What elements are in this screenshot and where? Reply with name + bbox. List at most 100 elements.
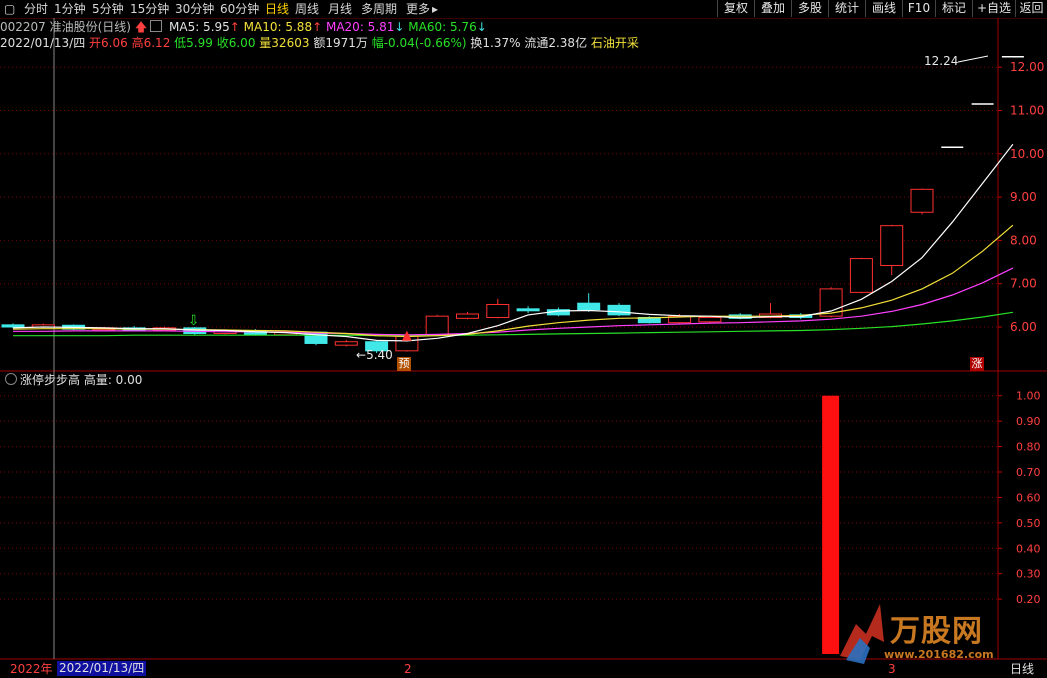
candle-body-down (577, 302, 601, 311)
toolbar-button-3[interactable]: 统计 (828, 0, 865, 17)
indicator-settings-icon[interactable] (5, 373, 17, 385)
candle-body-down (304, 331, 328, 344)
pre-marker-badge: 预 (397, 357, 411, 371)
price-tick-label: 12.00 (1010, 60, 1044, 74)
buy-signal-arrow-icon: ⇩ (188, 313, 200, 329)
open-price: 开6.06 (89, 36, 128, 50)
ma60-value: MA60: 5.76 (408, 20, 477, 34)
price-tick-label: 9.00 (1010, 190, 1037, 204)
tab-0[interactable]: 分时 (24, 1, 48, 17)
ma5-arrow-icon: ↑ (229, 20, 240, 34)
ma10-value: MA10: 5.88 (243, 20, 313, 34)
indicator-tick-label: 0.50 (1016, 517, 1041, 530)
toolbar-button-5[interactable]: F10 (902, 0, 935, 17)
toolbar-button-2[interactable]: 多股 (791, 0, 828, 17)
candle-body-up (92, 327, 116, 331)
ma5-value: MA5: 5.95 (169, 20, 230, 34)
high-price-label: 12.24 (924, 54, 959, 68)
toolbar-button-7[interactable]: +自选 (972, 0, 1015, 17)
candle-body-up (395, 335, 419, 352)
tab-7[interactable]: 周线 (295, 1, 319, 17)
change-value: 幅-0.04(-0.66%) (371, 36, 467, 50)
candle-body-up (456, 313, 479, 319)
candle-body-up (698, 316, 722, 323)
candle-body-up (425, 315, 449, 336)
tab-8[interactable]: 月线 (328, 1, 352, 17)
candle-body-up (486, 303, 510, 318)
ma20-value: MA20: 5.81 (325, 20, 395, 34)
price-tick-label: 10.00 (1010, 147, 1044, 161)
tab-4[interactable]: 30分钟 (175, 1, 214, 17)
candle-body-up (880, 225, 904, 267)
indicator-tick-label: 0.80 (1016, 441, 1041, 454)
amount-value: 额1971万 (313, 36, 368, 50)
stock-info-line1: 002207 准油股份(日线) 🡅 MA5: 5.95↑ MA10: 5.88↑… (0, 19, 487, 36)
indicator-tick-label: 0.70 (1016, 466, 1041, 479)
month-mark: 2 (404, 662, 412, 676)
candle-body-down (1, 324, 25, 328)
float-value: 流通2.38亿 (524, 36, 588, 50)
candle-body-up (153, 327, 176, 331)
candle-body-down (637, 316, 661, 324)
price-tick-label: 8.00 (1010, 233, 1037, 247)
candle-body-down (62, 324, 86, 330)
indicator-title-text: 涨停步步高 高量: 0.00 (20, 373, 143, 387)
ma10-arrow-icon: ↑ (312, 20, 323, 34)
watermark-url: www.201682.com (884, 648, 994, 661)
stock-info-line2: 2022/01/13/四 开6.06 高6.12 低5.99 收6.00 量32… (0, 35, 639, 52)
window-icon[interactable]: ▢ (4, 1, 15, 17)
period-toolbar: ▢ 分时 1分钟 5分钟 15分钟 30分钟 60分钟 日线 周线 月线 多周期 更多 ▸ 复权 叠加 多股… (0, 0, 1047, 19)
high-price: 高6.12 (131, 36, 171, 50)
candle-body-down (122, 327, 146, 331)
toolbar-button-0[interactable]: 复权 (717, 0, 754, 17)
indicator-tick-label: 0.30 (1016, 568, 1041, 581)
settings-icon[interactable] (150, 20, 163, 32)
candle-body-up (31, 324, 55, 328)
year-label: 2022年 (10, 662, 53, 676)
close-price: 收6.00 (216, 36, 256, 50)
indicator-tick-label: 0.90 (1016, 415, 1041, 428)
candle-body-up (668, 315, 692, 324)
tab-9[interactable]: 多周期 (361, 1, 397, 17)
cursor-date-label: 2022/01/13/四 (57, 661, 147, 676)
tab-2[interactable]: 5分钟 (92, 1, 124, 17)
price-tick-label: 6.00 (1010, 320, 1037, 334)
candle-body-down (546, 309, 570, 316)
toolbar-button-4[interactable]: 画线 (865, 0, 902, 17)
tab-6[interactable]: 日线 (265, 1, 289, 17)
volume-value: 量32603 (259, 36, 310, 50)
more-chevron-icon[interactable]: ▸ (432, 1, 438, 17)
arrow-up-icon: 🡅 (134, 20, 148, 34)
ma60-arrow-icon: ↓ (476, 20, 487, 34)
toolbar-button-6[interactable]: 标记 (935, 0, 972, 17)
tab-10[interactable]: 更多 (406, 1, 430, 17)
kline-chart[interactable]: 12.00 11.00 10.00 9.00 8.00 7.00 6.00 ⇩ 1.00 0.90… (0, 0, 1047, 678)
toolbar-button-8[interactable]: 返回 (1015, 0, 1047, 17)
candle-body-up (334, 341, 358, 346)
candle-body-down (183, 327, 207, 334)
low-price: 低5.99 (174, 36, 213, 50)
low-price-label: ←5.40 (356, 348, 393, 362)
turnover-value: 换1.37% (470, 36, 521, 50)
candle-body-up (819, 288, 843, 317)
ma20-arrow-icon: ↓ (394, 20, 405, 34)
candle-body-down (728, 314, 752, 319)
tab-1[interactable]: 1分钟 (54, 1, 86, 17)
ma20-line (13, 267, 1014, 336)
indicator-title: 涨停步步高 高量: 0.00 (2, 372, 142, 388)
candle-body-up (274, 331, 298, 336)
indicator-tick-label: 1.00 (1016, 390, 1041, 403)
candle-body-down (243, 329, 267, 336)
ma60-line (13, 311, 1013, 337)
stock-code-name: 002207 准油股份(日线) (0, 20, 131, 34)
tab-5[interactable]: 60分钟 (220, 1, 259, 17)
tab-3[interactable]: 15分钟 (130, 1, 169, 17)
ma10-line (12, 224, 1014, 338)
candle-body-up (759, 313, 782, 318)
candle-body-up (910, 188, 934, 213)
toolbar-button-1[interactable]: 叠加 (754, 0, 791, 17)
high-pointer-line (957, 55, 989, 63)
up-signal-arrow-icon (401, 330, 412, 341)
price-tick-label: 7.00 (1010, 277, 1037, 291)
candle-body-up (849, 258, 873, 293)
